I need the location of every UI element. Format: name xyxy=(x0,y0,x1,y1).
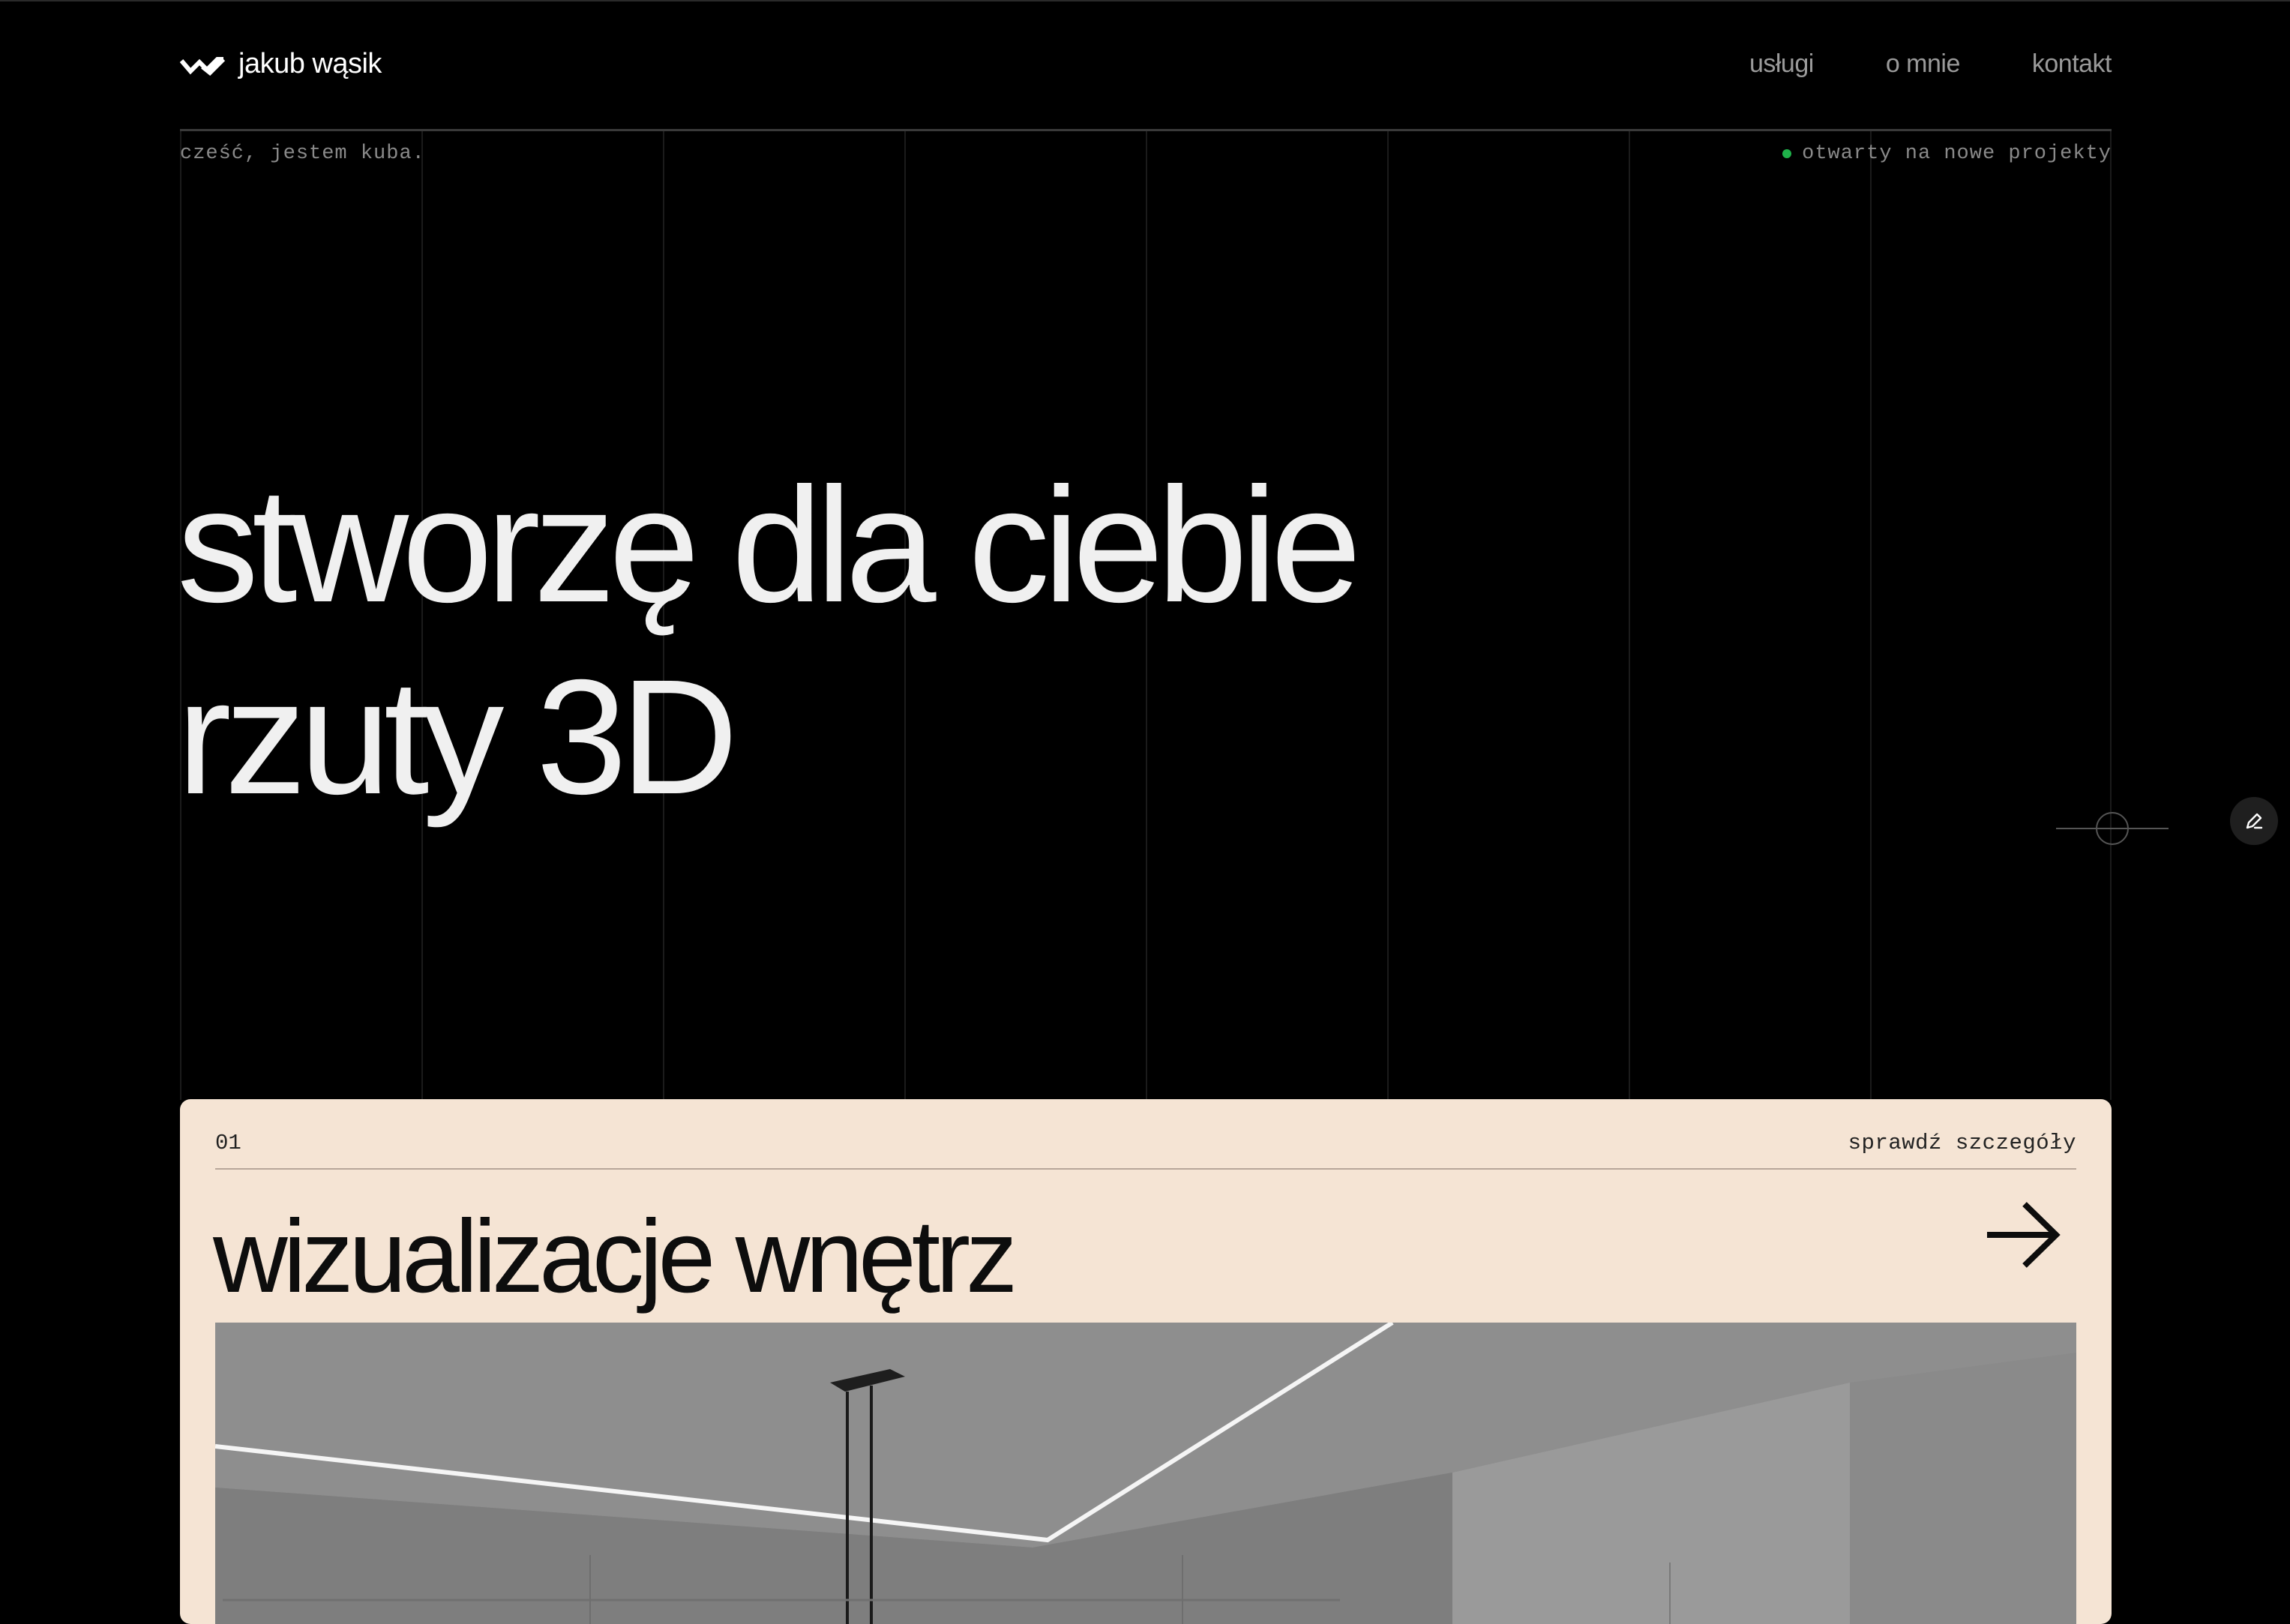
service-card[interactable]: 01 sprawdź szczegóły wizualizacje wnętrz xyxy=(180,1099,2112,1624)
grid-line xyxy=(1870,131,1872,1100)
page-frame: jakub wąsik usługi o mnie kontakt cześć,… xyxy=(0,0,2290,1624)
nav-item-uslugi[interactable]: usługi xyxy=(1749,49,1814,79)
logo[interactable]: jakub wąsik xyxy=(180,48,382,80)
availability-status: otwarty na nowe projekty xyxy=(1782,142,2112,165)
main-nav: usługi o mnie kontakt xyxy=(1749,49,2112,79)
details-link[interactable]: sprawdź szczegóły xyxy=(1848,1131,2076,1155)
grid-line xyxy=(1629,131,1630,1100)
brand-name: jakub wąsik xyxy=(238,48,382,79)
status-text: otwarty na nowe projekty xyxy=(1802,142,2112,165)
greeting-text: cześć, jestem kuba. xyxy=(180,142,425,165)
grid-line xyxy=(2110,131,2112,1100)
edit-button[interactable] xyxy=(2230,797,2278,845)
arrow-right-icon[interactable] xyxy=(1984,1197,2061,1273)
status-dot-icon xyxy=(1782,149,1792,158)
interior-preview-image xyxy=(215,1323,2076,1624)
hero-line-2: rzuty 3D xyxy=(177,646,739,828)
nav-item-kontakt[interactable]: kontakt xyxy=(2032,49,2112,79)
hero-line-1: stworzę dla ciebie xyxy=(177,454,1362,637)
card-divider xyxy=(215,1168,2076,1170)
w-logo-icon xyxy=(180,56,225,76)
interior-scene-graphic xyxy=(215,1323,2076,1624)
nav-item-o-mnie[interactable]: o mnie xyxy=(1886,49,1961,79)
pencil-icon xyxy=(2246,813,2263,829)
crosshair-icon xyxy=(2056,812,2169,845)
service-title: wizualizacje wnętrz xyxy=(213,1199,1018,1314)
service-number: 01 xyxy=(215,1131,241,1155)
hero-headline: stworzę dla ciebie rzuty 3D xyxy=(177,450,1362,834)
grid-line xyxy=(1387,131,1389,1100)
